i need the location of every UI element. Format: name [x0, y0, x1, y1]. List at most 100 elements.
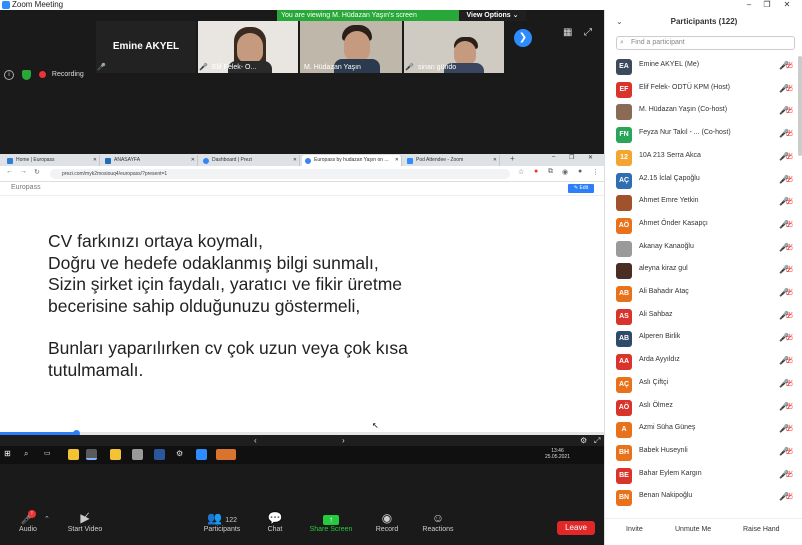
- zoom-taskbar-icon[interactable]: [196, 449, 207, 460]
- browser-close-icon[interactable]: ✕: [588, 154, 593, 161]
- word-icon[interactable]: [154, 449, 165, 460]
- participant-row[interactable]: AA Arda Ayyıldız 🎤̸ ▭̸: [605, 351, 795, 373]
- participant-avatar: [616, 104, 632, 121]
- chat-button[interactable]: 💬 Chat: [264, 510, 286, 533]
- forward-icon[interactable]: →: [20, 168, 27, 175]
- video-tile-elif[interactable]: 🎤 Elif Felek- O...: [198, 21, 298, 73]
- share-screen-button[interactable]: ↑ Share Screen: [306, 510, 356, 533]
- minimize-icon[interactable]: –: [742, 0, 756, 10]
- participant-avatar: [616, 195, 632, 212]
- participant-row[interactable]: AÇ Aslı Çiftçi 🎤̸ ▭̸: [605, 374, 795, 396]
- previous-slide-icon[interactable]: ‹: [254, 435, 257, 446]
- participant-row[interactable]: M. Hüdazan Yaşın (Co-host) 🎤̸ ▭̸: [605, 101, 795, 123]
- view-options-button[interactable]: View Options ⌄: [459, 10, 526, 21]
- viewing-banner: You are viewing M. Hüdazan Yaşın's scree…: [277, 10, 526, 21]
- back-icon[interactable]: ←: [6, 168, 13, 175]
- fullscreen-icon[interactable]: ⤢: [584, 27, 592, 38]
- file-explorer-icon[interactable]: [68, 449, 79, 460]
- speaker-view-icon[interactable]: ▦: [563, 27, 572, 38]
- participant-row[interactable]: EA Emine AKYEL (Me) 🎤̸ ▭̸: [605, 56, 795, 78]
- chrome-icon[interactable]: [86, 449, 97, 460]
- browser-tab[interactable]: Pod Attendee - Zoom ✕: [404, 155, 500, 166]
- close-icon[interactable]: ✕: [780, 0, 794, 10]
- invite-button[interactable]: Invite: [626, 526, 643, 533]
- new-tab-icon[interactable]: +: [510, 154, 515, 163]
- browser-menu-icon[interactable]: ⋮: [592, 168, 599, 176]
- outlook-icon[interactable]: [216, 449, 236, 460]
- browser-tab[interactable]: Home | Europass ✕: [4, 155, 100, 166]
- browser-tab[interactable]: ANASAYFA ✕: [102, 155, 198, 166]
- prezi-brand: Europass: [11, 184, 41, 191]
- maximize-icon[interactable]: ❐: [760, 0, 774, 10]
- participant-row[interactable]: BN Benan Nakipoğlu 🎤̸ ▭̸: [605, 487, 795, 509]
- participant-row[interactable]: 12 10A 213 Serra Akca 🎤̸ ▭̸: [605, 147, 795, 169]
- info-icon[interactable]: i: [4, 70, 14, 80]
- video-off-icon: ▭̸: [785, 106, 793, 116]
- participant-row[interactable]: aleyna kiraz gul 🎤̸ ▭̸: [605, 260, 795, 282]
- participant-name: Azmi Süha Güneş: [639, 424, 696, 432]
- slide-paragraph: Bunları yaparılırken cv çok uzun veya ço…: [48, 338, 568, 381]
- next-slide-icon[interactable]: ›: [342, 435, 345, 446]
- unmute-me-button[interactable]: Unmute Me: [675, 526, 711, 533]
- app-icon[interactable]: [132, 449, 143, 460]
- video-off-icon: ▭̸: [785, 197, 793, 207]
- slide-line: becerisine sahip olduğunuzu göstermeli,: [48, 295, 361, 316]
- profile-icon[interactable]: ◉: [562, 168, 568, 176]
- video-tile-hudazan[interactable]: M. Hüdazan Yaşın: [300, 21, 402, 73]
- participant-row[interactable]: BE Bahar Eylem Kargın 🎤̸ ▭̸: [605, 465, 795, 487]
- fullscreen-icon[interactable]: ⤢: [594, 435, 600, 446]
- url-field[interactable]: prezi.com/myk2mosiouq4/europass/?present…: [50, 169, 510, 179]
- folder-icon[interactable]: [110, 449, 121, 460]
- profile-avatar-icon[interactable]: ●: [578, 168, 582, 175]
- security-shield-icon[interactable]: [21, 70, 31, 80]
- slide-line: tutulmamalı.: [48, 359, 144, 380]
- windows-start-icon[interactable]: ⊞: [4, 449, 15, 460]
- next-page-button[interactable]: ❯: [514, 29, 532, 47]
- video-tile-emine[interactable]: 🎤 Emine AKYEL: [96, 21, 196, 73]
- browser-minimize-icon[interactable]: –: [552, 154, 555, 160]
- record-button[interactable]: ◉ Record: [372, 510, 402, 533]
- search-icon[interactable]: ⌕: [24, 449, 35, 460]
- participant-row[interactable]: AÖ Aslı Ölmez 🎤̸ ▭̸: [605, 397, 795, 419]
- browser-tab[interactable]: Dashboard | Prezi ✕: [200, 155, 300, 166]
- task-view-icon[interactable]: ▭: [44, 449, 55, 460]
- participant-row[interactable]: Akanay Kanaoğlu 🎤̸ ▭̸: [605, 238, 795, 260]
- participant-row[interactable]: A Azmi Süha Güneş 🎤̸ ▭̸: [605, 419, 795, 441]
- leave-button[interactable]: Leave: [557, 521, 595, 535]
- video-off-icon: ▭̸: [785, 492, 793, 502]
- slide-line: Sizin şirket için faydalı, yaratıcı ve f…: [48, 274, 402, 294]
- participant-row[interactable]: Ahmet Emre Yetkin 🎤̸ ▭̸: [605, 192, 795, 214]
- video-off-icon: ▭̸: [785, 61, 793, 70]
- edit-button[interactable]: ✎ Edit: [568, 184, 594, 193]
- start-video-button[interactable]: ▶̸ Start Video: [64, 510, 106, 533]
- video-tile-sinan[interactable]: 🎤 sinan gündo: [404, 21, 504, 73]
- browser-maximize-icon[interactable]: ❐: [569, 154, 574, 161]
- extension-icon[interactable]: ●: [534, 168, 538, 175]
- video-off-icon: ▭̸: [785, 288, 793, 297]
- reactions-button[interactable]: ☺ Reactions: [420, 510, 456, 533]
- participants-scrollbar[interactable]: [798, 56, 802, 156]
- settings-gear-icon[interactable]: ⚙: [580, 435, 587, 446]
- audio-alert-badge: !: [28, 510, 36, 518]
- raise-hand-button[interactable]: Raise Hand: [743, 526, 780, 533]
- participant-row[interactable]: AB Alperen Birlik 🎤̸ ▭̸: [605, 328, 795, 350]
- participant-name: Alperen Birlik: [639, 333, 681, 341]
- participant-row[interactable]: EF Elif Felek- ODTÜ KPM (Host) 🎤̸ ▭̸: [605, 79, 795, 101]
- settings-icon[interactable]: ⚙: [176, 449, 187, 460]
- participant-row[interactable]: AB Ali Bahadır Ataç 🎤̸ ▭̸: [605, 283, 795, 305]
- participant-search-input[interactable]: ⌕ Find a participant: [616, 36, 795, 50]
- meeting-status-row: i Recording: [4, 70, 96, 84]
- star-icon[interactable]: ☆: [518, 168, 524, 176]
- participant-row[interactable]: BH Babek Huseynli 🎤̸ ▭̸: [605, 442, 795, 464]
- participants-button[interactable]: 👥 122 Participants: [200, 510, 244, 533]
- audio-button[interactable]: 🎤 ! Audio: [14, 510, 42, 533]
- participant-row[interactable]: AÇ A2.15 İclal Çapoğlu 🎤̸ ▭̸: [605, 170, 795, 192]
- audio-options-chevron-icon[interactable]: ⌃: [44, 515, 50, 523]
- participant-row[interactable]: AS Ali Sahbaz 🎤̸ ▭̸: [605, 306, 795, 328]
- reload-icon[interactable]: ↻: [34, 168, 40, 176]
- participant-row[interactable]: FN Feyza Nur Takıl - ... (Co-host) 🎤̸ ▭̸: [605, 124, 795, 146]
- browser-tab-active[interactable]: Europass by hudazan Yaşın on ... ✕: [302, 155, 402, 166]
- extensions-puzzle-icon[interactable]: ⧉: [548, 168, 553, 176]
- participants-footer: Invite Unmute Me Raise Hand: [605, 518, 802, 545]
- participant-row[interactable]: AÖ Ahmet Önder Kasapçı 🎤̸ ▭̸: [605, 215, 795, 237]
